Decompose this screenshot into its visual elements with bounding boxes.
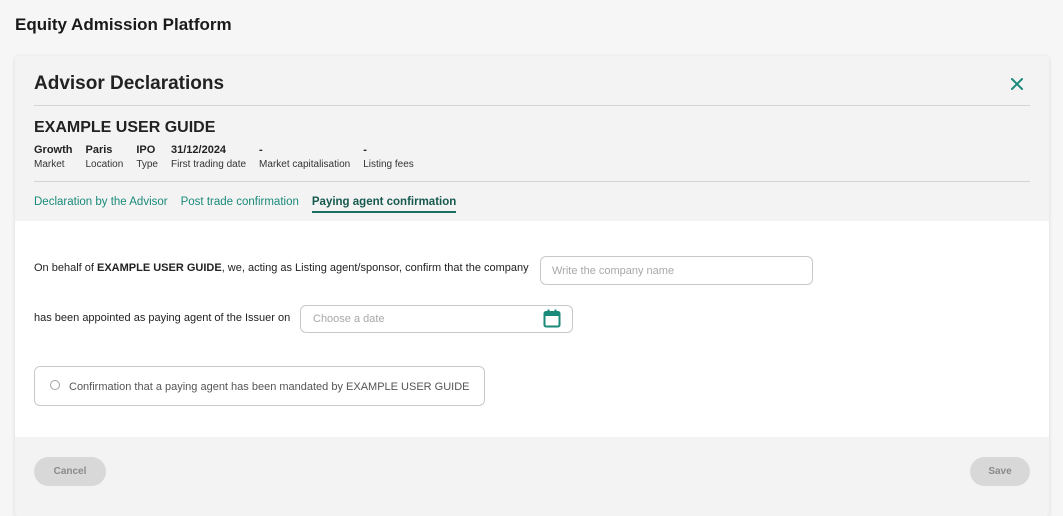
meta-label: Market capitalisation xyxy=(259,159,351,170)
confirmation-label: Confirmation that a paying agent has bee… xyxy=(69,381,470,393)
sentence-suffix: , we, acting as Listing agent/sponsor, c… xyxy=(221,262,529,274)
modal-header: Advisor Declarations xyxy=(34,56,1030,106)
meta-value: - xyxy=(259,144,263,156)
meta-location: Paris Location xyxy=(86,144,124,170)
tab-declaration-by-advisor[interactable]: Declaration by the Advisor xyxy=(34,196,168,213)
app-title: Equity Admission Platform xyxy=(15,15,232,34)
date-placeholder: Choose a date xyxy=(313,313,385,325)
company-meta: Growth Market Paris Location IPO Type 31… xyxy=(34,144,427,170)
meta-value: Growth xyxy=(34,144,73,156)
meta-label: First trading date xyxy=(171,159,247,170)
close-icon[interactable] xyxy=(1009,76,1025,92)
paying-agent-confirmation-option[interactable]: Confirmation that a paying agent has bee… xyxy=(34,366,485,406)
confirmation-radio[interactable] xyxy=(50,380,60,390)
tab-bar: Declaration by the Advisor Post trade co… xyxy=(34,196,469,213)
meta-label: Type xyxy=(136,159,158,170)
meta-value: IPO xyxy=(136,144,156,156)
form-content: On behalf of EXAMPLE USER GUIDE, we, act… xyxy=(15,221,1049,437)
date-picker-input[interactable]: Choose a date xyxy=(300,305,573,333)
meta-value: Paris xyxy=(85,144,113,156)
save-button[interactable]: Save xyxy=(970,457,1030,486)
meta-market: Growth Market xyxy=(34,144,73,170)
meta-value: 31/12/2024 xyxy=(171,144,227,156)
divider xyxy=(34,181,1030,182)
meta-label: Listing fees xyxy=(363,159,414,170)
company-name-input[interactable] xyxy=(540,256,813,285)
meta-market-capitalisation: - Market capitalisation xyxy=(259,144,350,170)
sentence-company: EXAMPLE USER GUIDE xyxy=(97,262,222,274)
meta-value: - xyxy=(363,144,367,156)
modal-title: Advisor Declarations xyxy=(34,73,225,94)
sentence-prefix: On behalf of xyxy=(34,262,97,274)
cancel-button[interactable]: Cancel xyxy=(34,457,106,486)
meta-label: Location xyxy=(85,159,124,170)
declaration-sentence-1: On behalf of EXAMPLE USER GUIDE, we, act… xyxy=(34,262,529,274)
meta-type: IPO Type xyxy=(136,144,158,170)
meta-label: Market xyxy=(34,159,65,170)
declaration-sentence-2: has been appointed as paying agent of th… xyxy=(34,312,291,324)
tab-post-trade-confirmation[interactable]: Post trade confirmation xyxy=(181,196,299,213)
company-name: EXAMPLE USER GUIDE xyxy=(34,119,216,136)
meta-first-trading-date: 31/12/2024 First trading date xyxy=(171,144,246,170)
tab-paying-agent-confirmation[interactable]: Paying agent confirmation xyxy=(311,196,457,213)
calendar-icon[interactable] xyxy=(543,309,561,328)
meta-listing-fees: - Listing fees xyxy=(363,144,414,170)
